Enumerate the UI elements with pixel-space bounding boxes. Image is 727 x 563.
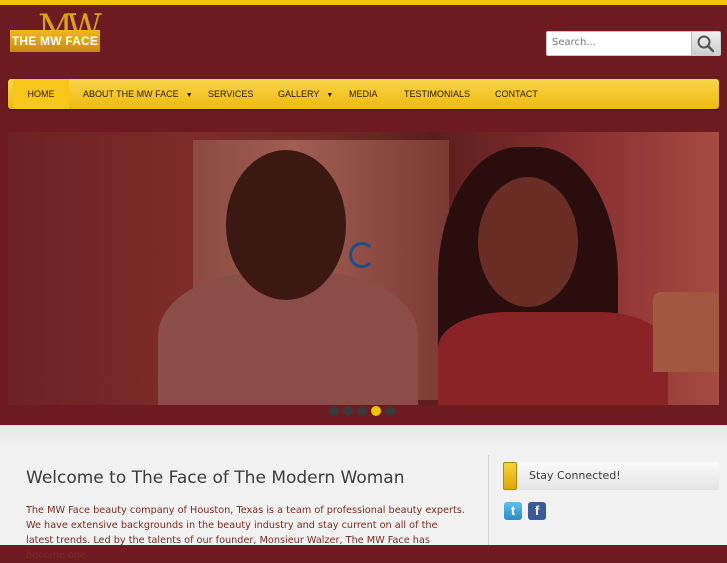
nav-item-label: GALLERY xyxy=(278,89,320,99)
caret-down-icon: ▼ xyxy=(185,92,193,99)
nav-item-label: CONTACT xyxy=(495,89,538,99)
logo-text: THE MW FACE xyxy=(11,34,99,48)
nav-item-about[interactable]: ABOUT THE MW FACE ▼ xyxy=(83,79,193,109)
slide-lamp xyxy=(653,292,719,372)
slider-dot-active[interactable] xyxy=(371,406,381,416)
main-nav: HOME ABOUT THE MW FACE ▼ SERVICES GALLERY… xyxy=(8,79,719,109)
nav-item-media[interactable]: MEDIA xyxy=(349,79,378,109)
top-accent-bar xyxy=(0,0,727,5)
nav-item-gallery[interactable]: GALLERY ▼ xyxy=(278,79,333,109)
nav-item-label: SERVICES xyxy=(208,89,254,99)
slide-person-body xyxy=(438,312,668,405)
slider-dot[interactable] xyxy=(385,406,395,416)
stay-connected-header: Stay Connected! xyxy=(503,462,719,490)
nav-item-label: ABOUT THE MW FACE xyxy=(83,89,179,99)
stay-connected-tab xyxy=(503,462,517,490)
welcome-heading: Welcome to The Face of The Modern Woman xyxy=(26,468,405,488)
nav-item-label: HOME xyxy=(27,89,55,99)
slide-person-face xyxy=(478,177,578,307)
hero-slider[interactable] xyxy=(8,132,719,405)
nav-item-label: TESTIMONIALS xyxy=(404,89,471,99)
slider-dot[interactable] xyxy=(343,406,353,416)
nav-item-label: MEDIA xyxy=(349,89,378,99)
search-icon xyxy=(697,35,715,53)
nav-item-testimonials[interactable]: TESTIMONIALS xyxy=(404,79,470,109)
slider-dot[interactable] xyxy=(357,406,367,416)
nav-item-contact[interactable]: CONTACT xyxy=(495,79,538,109)
column-divider xyxy=(488,455,489,545)
slide-person-head xyxy=(226,150,346,300)
nav-item-services[interactable]: SERVICES xyxy=(208,79,253,109)
facebook-icon[interactable]: f xyxy=(528,502,546,520)
welcome-intro-text: The MW Face beauty company of Houston, T… xyxy=(26,505,465,561)
site-logo[interactable]: MW THE MW FACE xyxy=(10,10,102,68)
nav-item-home[interactable]: HOME xyxy=(13,79,69,109)
slider-pagination xyxy=(329,406,399,418)
search-input[interactable] xyxy=(547,32,690,53)
loading-spinner-icon xyxy=(349,242,375,268)
twitter-icon[interactable]: t xyxy=(504,502,522,520)
search-button[interactable] xyxy=(691,32,720,55)
caret-down-icon: ▼ xyxy=(326,92,334,99)
stay-connected-title: Stay Connected! xyxy=(529,469,621,482)
slider-dot[interactable] xyxy=(329,406,339,416)
search-box xyxy=(546,31,721,56)
